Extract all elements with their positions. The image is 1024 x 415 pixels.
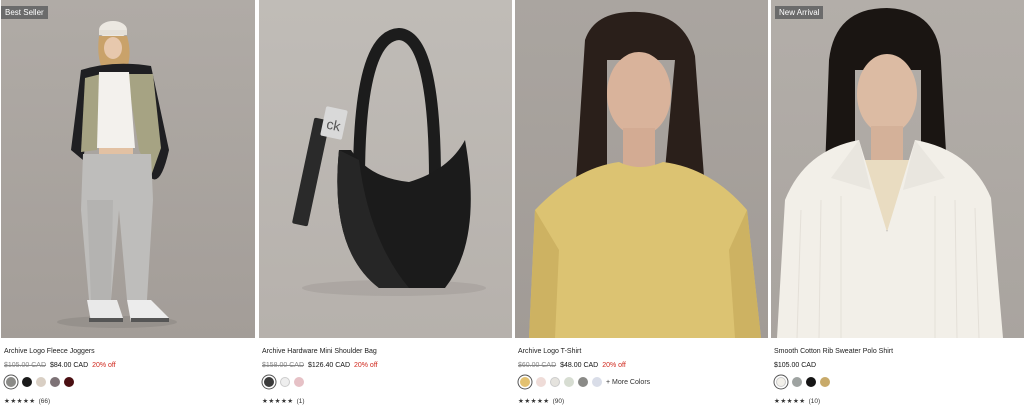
color-swatches [774,375,1023,389]
product-name[interactable]: Archive Logo T-Shirt [518,348,767,355]
product-price: $105.00 CAD [774,362,1023,369]
color-swatch[interactable] [578,377,588,387]
original-price: $158.00 CAD [262,362,305,369]
color-swatch[interactable] [36,377,46,387]
discount-label: 20% off [92,362,116,369]
original-price: $105.00 CAD [4,362,47,369]
joggers-model-icon [57,21,177,328]
color-swatch[interactable] [564,377,574,387]
color-swatch[interactable] [264,377,274,387]
sale-price: $84.00 CAD [49,362,89,369]
discount-label: 20% off [353,362,378,369]
color-swatches [4,375,255,389]
color-swatch[interactable] [776,377,786,387]
color-swatches: + More Colors [518,375,767,389]
tshirt-model-icon [529,11,761,338]
sale-price: $48.00 CAD [560,362,599,369]
color-swatch[interactable] [280,377,290,387]
product-image[interactable]: ck [259,0,513,338]
sale-price: $126.40 CAD [307,362,351,369]
color-swatch[interactable] [520,377,530,387]
color-swatch[interactable] [536,377,546,387]
best-seller-badge: Best Seller [1,6,48,19]
color-swatch[interactable] [64,377,74,387]
product-card[interactable]: ck Archive Hardware Mini Shoulder Bag $1… [256,0,513,415]
product-card[interactable]: Archive Logo T-Shirt $60.00 CAD $48.00 C… [512,0,769,415]
review-count[interactable]: (1) [297,398,305,405]
color-swatch[interactable] [592,377,602,387]
product-image[interactable]: Best Seller [1,0,255,338]
discount-label: 20% off [602,362,626,369]
color-swatch[interactable] [792,377,802,387]
product-name[interactable]: Archive Logo Fleece Joggers [4,348,255,355]
product-name[interactable]: Archive Hardware Mini Shoulder Bag [262,348,511,355]
stars-icon: ★★★★★ [774,398,806,405]
product-name[interactable]: Smooth Cotton Rib Sweater Polo Shirt [774,348,1023,355]
product-card[interactable]: Best Seller Archive Logo Fleece Joggers … [0,0,256,415]
product-grid: Best Seller Archive Logo Fleece Joggers … [0,0,1024,415]
polo-model-icon [777,8,1003,338]
color-swatches [262,375,511,389]
rating: ★★★★★ (10) [774,397,1023,406]
stars-icon: ★★★★★ [4,398,36,405]
color-swatch[interactable] [6,377,16,387]
new-arrival-badge: New Arrival [775,6,824,19]
product-price: $158.00 CAD $126.40 CAD 20% off [262,362,511,369]
rating: ★★★★★ (66) [4,397,255,406]
color-swatch[interactable] [806,377,816,387]
more-colors-link[interactable]: + More Colors [606,379,650,386]
rating: ★★★★★ (90) [518,397,767,406]
stars-icon: ★★★★★ [262,398,294,405]
product-price: $60.00 CAD $48.00 CAD 20% off [518,362,767,369]
review-count[interactable]: (66) [39,398,51,405]
price: $105.00 CAD [774,362,817,369]
product-image[interactable]: New Arrival [771,0,1024,338]
review-count[interactable]: (10) [809,398,821,405]
shoulder-bag-icon: ck [292,27,486,296]
review-count[interactable]: (90) [553,398,565,405]
stars-icon: ★★★★★ [518,398,550,405]
color-swatch[interactable] [820,377,830,387]
color-swatch[interactable] [50,377,60,387]
color-swatch[interactable] [550,377,560,387]
color-swatch[interactable] [294,377,304,387]
product-image[interactable] [515,0,769,338]
product-card[interactable]: New Arrival Smooth Cotton Rib Sweater Po… [768,0,1024,415]
product-price: $105.00 CAD $84.00 CAD 20% off [4,362,255,369]
rating: ★★★★★ (1) [262,397,511,406]
original-price: $60.00 CAD [518,362,557,369]
color-swatch[interactable] [22,377,32,387]
